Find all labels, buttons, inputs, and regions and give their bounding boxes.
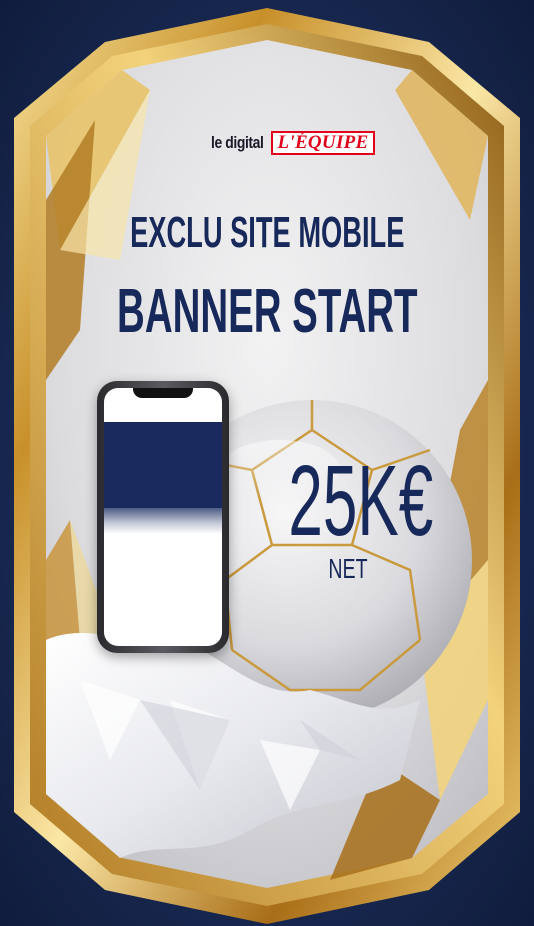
price-amount: 25K€ [244, 444, 464, 559]
phone-banner-ad [104, 422, 222, 508]
price-amount-text: 25K€ [288, 445, 434, 557]
headline-banner-text: BANNER START [116, 277, 418, 346]
logo-prefix: le digital [211, 133, 264, 152]
headline-exclu: EXCLU SITE MOBILE [0, 208, 534, 258]
logo-brand: L'ÉQUIPE [277, 132, 369, 153]
phone-screen [104, 388, 222, 646]
price-unit-text: NET [328, 553, 368, 584]
smartphone-icon [97, 381, 229, 653]
lequipe-logo: le digital L'ÉQUIPE [211, 129, 375, 157]
phone-banner-fade [104, 508, 222, 534]
headline-banner: BANNER START [0, 276, 534, 347]
logo-badge: L'ÉQUIPE [271, 131, 375, 155]
phone-notch [133, 388, 193, 398]
headline-exclu-text: EXCLU SITE MOBILE [129, 208, 405, 257]
price-unit: NET [244, 553, 452, 585]
